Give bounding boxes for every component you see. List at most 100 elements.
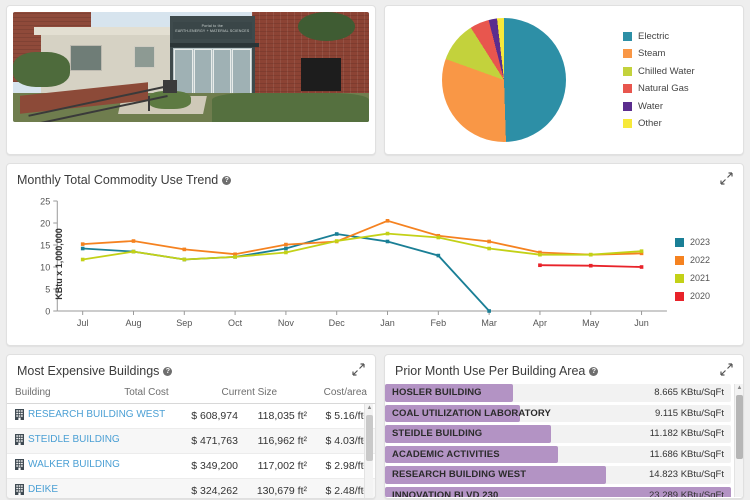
table-row[interactable]: STEIDLE BUILDING $ 471,763 116,962 ft² $ 4.… — [7, 428, 375, 454]
trend-legend: 2023 2022 2021 2020 — [675, 193, 735, 335]
expand-icon[interactable] — [352, 363, 365, 376]
scroll-up-arrow[interactable]: ▲ — [736, 385, 743, 391]
bar-value: 11.686 KBtu/SqFt — [649, 448, 724, 460]
bar-value: 8.665 KBtu/SqFt — [654, 387, 724, 399]
buildings-table-head: Building Total Cost Current Size Cost/area — [7, 384, 375, 404]
photo-sign-line2: EARTH-ENERGY + MATERIAL SCIENCES — [175, 29, 250, 34]
trend-line-chart[interactable]: 0 5 10 15 20 25 Jul Aug Sep Oct Nov Dec Jan Feb Mar Apr… — [11, 193, 675, 335]
building-link[interactable]: STEIDLE BUILDING — [15, 434, 120, 445]
table-scroll-area[interactable]: RESEARCH BUILDING WEST $ 608,974 118,035 f… — [7, 404, 375, 498]
photo-canopy — [169, 42, 259, 48]
bars-scroll-area[interactable]: HOSLER BUILDING 8.665 KBtu/SqFt COAL UTILI… — [385, 384, 743, 497]
svg-text:0: 0 — [45, 307, 50, 317]
building-cell: DEIKE — [7, 478, 181, 498]
bars-scrollbar[interactable]: ▲ — [734, 384, 743, 497]
bar-label: COAL UTILIZATION LABORATORY — [392, 407, 551, 419]
help-icon[interactable]: ? — [163, 366, 173, 376]
building-link[interactable]: DEIKE — [15, 484, 58, 495]
current-size-cell: 116,962 ft² — [245, 428, 316, 454]
total-cost-cell: $ 349,200 — [180, 453, 246, 479]
svg-text:Feb: Feb — [431, 318, 447, 328]
table-column-header[interactable]: Current Size — [176, 384, 286, 404]
commodity-pie-chart[interactable] — [442, 18, 566, 142]
table-row[interactable]: WALKER BUILDING $ 349,200 117,002 ft² $ 2.9… — [7, 453, 375, 479]
table-row[interactable]: RESEARCH BUILDING WEST $ 608,974 118,035 f… — [7, 404, 375, 429]
pie-legend-label: Natural Gas — [638, 83, 689, 95]
scroll-up-arrow[interactable]: ▲ — [366, 405, 373, 411]
photo-rail-post — [148, 95, 151, 111]
pie-legend-item[interactable]: Steam — [623, 48, 737, 59]
pie-legend-item[interactable]: Water — [623, 101, 737, 112]
most-expensive-buildings-card: Most Expensive Buildings ? Building Total… — [6, 354, 376, 499]
pie-legend: Electric Steam Chilled Water Natural Gas Wat… — [623, 31, 743, 129]
svg-text:Nov: Nov — [278, 318, 295, 328]
trend-legend-item[interactable]: 2020 — [675, 291, 735, 301]
legend-swatch-icon — [675, 255, 684, 265]
pie-legend-item[interactable]: Natural Gas — [623, 83, 737, 94]
svg-text:May: May — [582, 318, 600, 328]
photo-hedge-right — [212, 93, 369, 122]
legend-swatch-icon — [623, 84, 632, 94]
trend-legend-label: 2021 — [690, 273, 711, 283]
photo-hedge-left — [13, 51, 70, 87]
photo-door — [193, 49, 212, 95]
photo-shrub — [148, 91, 191, 109]
bar-row[interactable]: STEIDLE BUILDING 11.182 KBtu/SqFt — [385, 425, 731, 443]
total-cost-cell: $ 471,763 — [180, 428, 246, 454]
svg-text:10: 10 — [40, 263, 50, 273]
svg-text:Jan: Jan — [380, 318, 395, 328]
svg-text:Jun: Jun — [634, 318, 649, 328]
bar-row[interactable]: HOSLER BUILDING 8.665 KBtu/SqFt — [385, 384, 731, 402]
building-name: DEIKE — [28, 484, 59, 495]
table-row[interactable]: DEIKE $ 324,262 130,679 ft² $ 2.48/ft² — [7, 478, 375, 498]
legend-swatch-icon — [623, 101, 632, 111]
bars-card-header: Prior Month Use Per Building Area ? — [385, 355, 743, 384]
trend-legend-label: 2023 — [690, 237, 711, 247]
trend-legend-item[interactable]: 2021 — [675, 273, 735, 283]
pie-legend-item[interactable]: Electric — [623, 31, 737, 42]
building-link[interactable]: WALKER BUILDING — [15, 459, 120, 470]
bar-row[interactable]: INNOVATION BLVD 230 23.289 KBtu/SqFt — [385, 486, 731, 497]
building-name: RESEARCH BUILDING WEST — [28, 409, 166, 420]
monthly-trend-card: Monthly Total Commodity Use Trend ? KBtu… — [6, 163, 744, 346]
bar-row[interactable]: RESEARCH BUILDING WEST 14.823 KBtu/SqFt — [385, 466, 731, 484]
table-column-header[interactable]: Total Cost — [85, 384, 177, 404]
svg-text:Dec: Dec — [329, 318, 346, 328]
svg-text:5: 5 — [45, 285, 50, 295]
legend-swatch-icon — [675, 291, 684, 301]
trend-legend-item[interactable]: 2022 — [675, 255, 735, 265]
trend-legend-item[interactable]: 2023 — [675, 237, 735, 247]
photo-window-large — [69, 45, 102, 72]
building-photo-card: Portal to the EARTH-ENERGY + MATERIAL SC… — [6, 5, 376, 155]
legend-swatch-icon — [675, 273, 684, 283]
scrollbar-thumb[interactable] — [736, 395, 743, 459]
pie-legend-item[interactable]: Other — [623, 118, 737, 129]
bar-row[interactable]: ACADEMIC ACTIVITIES 11.686 KBtu/SqFt — [385, 445, 731, 463]
trend-plot: KBtu x 1,000,000 0 5 10 15 20 25 Jul Aug Sep Oct N… — [11, 193, 675, 335]
table-column-header[interactable]: Cost/area — [285, 384, 375, 404]
scrollbar-thumb[interactable] — [366, 415, 373, 461]
legend-swatch-icon — [623, 49, 632, 59]
photo-door — [174, 49, 193, 95]
help-icon[interactable]: ? — [589, 366, 599, 376]
table-scrollbar[interactable]: ▲ — [364, 404, 373, 498]
building-cell: RESEARCH BUILDING WEST — [7, 404, 181, 429]
table-title: Most Expensive Buildings — [17, 364, 160, 378]
bar-row[interactable]: COAL UTILIZATION LABORATORY 9.115 KBtu/Sq… — [385, 404, 731, 422]
building-link[interactable]: RESEARCH BUILDING WEST — [15, 409, 165, 420]
trend-legend-label: 2020 — [690, 291, 711, 301]
page-title: Monthly Total Commodity Use Trend — [17, 173, 219, 187]
pie-legend-label: Steam — [638, 48, 666, 60]
table-column-header[interactable]: Building — [7, 384, 86, 404]
photo-utility-box — [301, 58, 341, 92]
total-cost-cell: $ 324,262 — [180, 478, 246, 498]
building-icon — [15, 434, 24, 445]
svg-text:Sep: Sep — [176, 318, 192, 328]
pie-legend-item[interactable]: Chilled Water — [623, 66, 737, 77]
help-icon[interactable]: ? — [222, 175, 232, 185]
expand-icon[interactable] — [720, 363, 733, 376]
bar-label: HOSLER BUILDING — [392, 387, 482, 399]
pie-legend-label: Water — [638, 100, 663, 112]
trend-card-header: Monthly Total Commodity Use Trend ? — [7, 164, 743, 193]
expand-icon[interactable] — [720, 172, 733, 185]
